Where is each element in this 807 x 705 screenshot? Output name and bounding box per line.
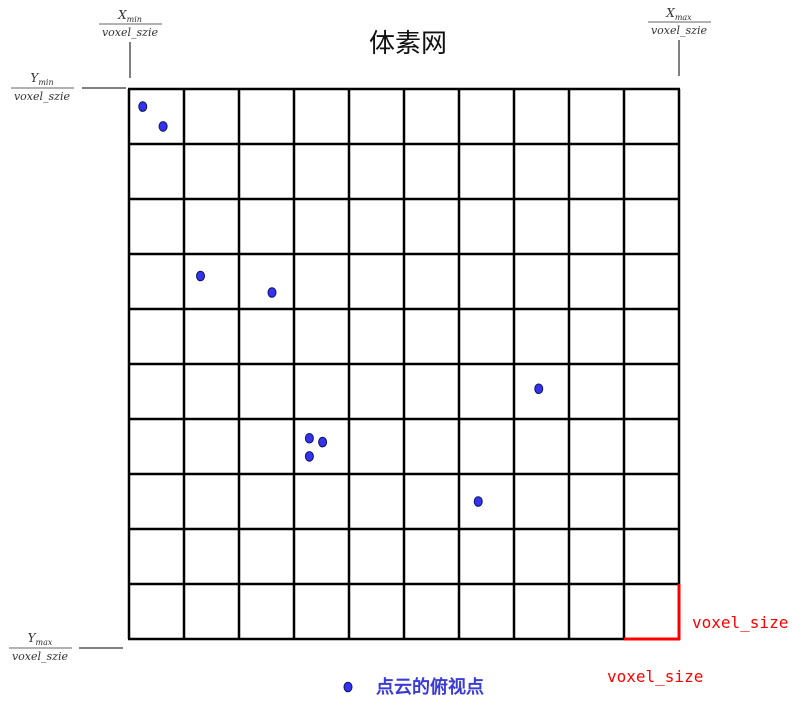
y-max-label: Ymax voxel_szie bbox=[9, 631, 123, 663]
cloud-point bbox=[304, 432, 314, 444]
svg-text:Ymax: Ymax bbox=[28, 631, 53, 647]
legend: 点云的俯视点 bbox=[343, 676, 484, 698]
x-max-numerator: X bbox=[665, 6, 675, 20]
point-marker-icon bbox=[343, 681, 353, 693]
y-min-denominator: voxel_szie bbox=[14, 90, 71, 103]
x-max-subscript: max bbox=[675, 13, 692, 22]
voxel-grid bbox=[127, 87, 681, 641]
y-max-denominator: voxel_szie bbox=[12, 650, 69, 663]
y-min-label: Ymin voxel_szie bbox=[11, 71, 126, 103]
y-max-subscript: max bbox=[36, 638, 53, 647]
cloud-point bbox=[138, 101, 148, 112]
x-min-numerator: X bbox=[117, 8, 127, 22]
svg-text:Ymin: Ymin bbox=[30, 71, 53, 87]
cloud-point bbox=[318, 436, 328, 448]
x-max-denominator: voxel_szie bbox=[651, 24, 708, 37]
cloud-point bbox=[534, 383, 544, 395]
cloud-point bbox=[267, 287, 277, 298]
cloud-point bbox=[196, 270, 205, 282]
voxel-grid-diagram: 体素网 Xmin voxel_szie Xmax voxel_szie Ymin… bbox=[9, 6, 788, 698]
cloud-point bbox=[304, 451, 314, 462]
svg-text:Xmax: Xmax bbox=[665, 6, 692, 22]
voxel-size-vertical-label: voxel_size bbox=[692, 613, 788, 632]
cloud-point bbox=[158, 121, 168, 132]
x-min-denominator: voxel_szie bbox=[102, 26, 159, 39]
x-max-label: Xmax voxel_szie bbox=[648, 6, 711, 76]
x-min-subscript: min bbox=[127, 15, 142, 24]
legend-label: 点云的俯视点 bbox=[376, 676, 484, 698]
svg-text:Xmin: Xmin bbox=[117, 8, 142, 24]
point-cloud-points bbox=[138, 101, 544, 507]
x-min-label: Xmin voxel_szie bbox=[99, 8, 162, 78]
cloud-point bbox=[473, 496, 483, 507]
diagram-title: 体素网 bbox=[369, 29, 447, 59]
y-min-subscript: min bbox=[38, 78, 53, 87]
voxel-size-horizontal-label: voxel_size bbox=[607, 667, 703, 686]
voxel-size-highlight bbox=[624, 584, 681, 641]
